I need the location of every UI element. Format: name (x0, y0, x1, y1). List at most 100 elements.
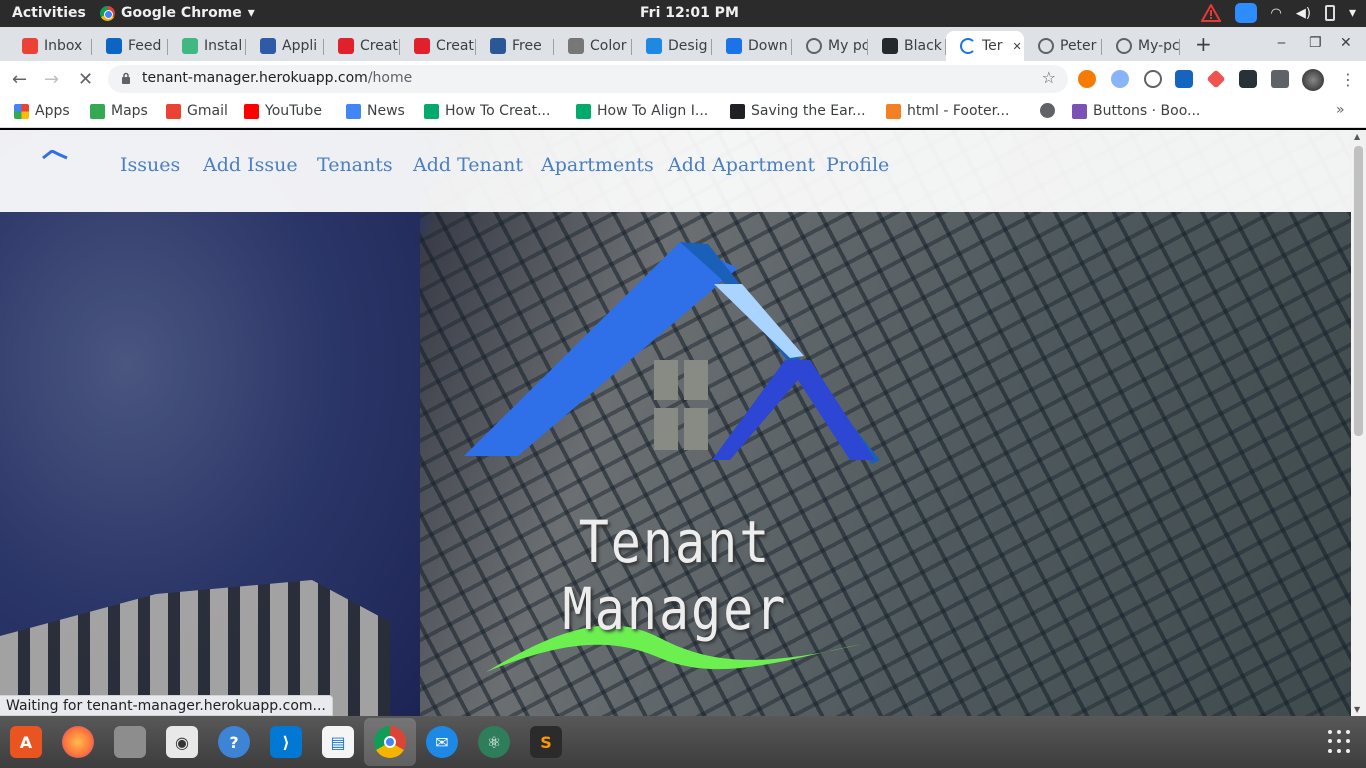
scroll-down-icon[interactable]: ▼ (1354, 705, 1360, 714)
scrollbar-thumb[interactable] (1354, 146, 1363, 436)
nav-link-tenants[interactable]: Tenants (317, 154, 393, 176)
close-tab-icon[interactable]: ✕ (1013, 40, 1022, 53)
battery-icon[interactable] (1324, 5, 1335, 21)
address-bar[interactable]: tenant-manager.herokuapp.com/home ☆ (108, 65, 1068, 93)
app-menu[interactable]: Google Chrome ▾ (100, 5, 255, 21)
roof-skylight-shape (714, 284, 804, 358)
gmail-icon (22, 38, 38, 54)
tab[interactable]: Peter (1024, 31, 1102, 61)
app-name: Google Chrome (121, 5, 242, 21)
bookmark-item[interactable]: How To Creat... (424, 103, 550, 119)
profile-avatar[interactable] (1302, 69, 1324, 91)
disk-utility-icon[interactable]: ◉ (166, 726, 198, 758)
site-logo-icon[interactable] (42, 150, 68, 160)
bookmark-label: How To Align I... (597, 103, 709, 119)
mail-client-icon[interactable]: ✉ (426, 726, 458, 758)
tab[interactable]: Appli (246, 31, 324, 61)
bookmark-star-icon[interactable]: ☆ (1042, 68, 1056, 87)
nav-link-profile[interactable]: Profile (826, 154, 889, 176)
help-icon[interactable]: ? (218, 726, 250, 758)
wifi-icon[interactable]: ◠ (1271, 6, 1282, 21)
tab[interactable]: My-pc (1102, 31, 1180, 61)
clock[interactable]: Fri 12:01 PM (640, 5, 739, 21)
tab-label: Down (748, 38, 788, 54)
volume-icon[interactable]: ◀) (1296, 6, 1311, 21)
g-icon (730, 103, 745, 119)
tab[interactable]: Desig (632, 31, 712, 61)
window-pane (684, 408, 708, 450)
w3schools-icon (576, 103, 591, 119)
chrome-menu-icon[interactable]: ⋮ (1340, 70, 1356, 89)
window-pane (684, 360, 708, 400)
tab-label: Free (512, 38, 542, 54)
globe-icon (1116, 38, 1132, 54)
bookmark-item[interactable]: News (346, 103, 405, 119)
tab[interactable]: My pc (792, 31, 868, 61)
extension-circle-icon[interactable] (1144, 70, 1162, 88)
extension-blue-icon[interactable] (1111, 70, 1129, 88)
activities-button[interactable]: Activities (12, 5, 86, 21)
tab[interactable]: Creat (324, 31, 400, 61)
lock-icon[interactable] (121, 72, 131, 84)
wordpress-icon (568, 38, 584, 54)
bookmark-item[interactable]: Saving the Ear... (730, 103, 866, 119)
tab-label: Creat (360, 38, 398, 54)
tab-label: Color (590, 38, 627, 54)
nav-link-add-apartment[interactable]: Add Apartment (668, 154, 815, 176)
nav-link-add-issue[interactable]: Add Issue (203, 154, 298, 176)
nav-link-apartments[interactable]: Apartments (541, 154, 654, 176)
nav-link-issues[interactable]: Issues (120, 154, 180, 176)
vscode-icon[interactable]: ⟩ (270, 726, 302, 758)
nav-link-add-tenant[interactable]: Add Tenant (413, 154, 523, 176)
bookmark-item[interactable]: YouTube (244, 103, 322, 119)
tab[interactable]: Inbox (8, 31, 92, 61)
scroll-up-icon[interactable]: ▲ (1354, 132, 1360, 141)
hero-title: Tenant Manager (562, 509, 788, 643)
tab[interactable]: Creat (400, 31, 476, 61)
bookmark-item[interactable]: html - Footer... (886, 103, 1009, 119)
warning-icon[interactable] (1200, 4, 1221, 22)
url-text[interactable]: tenant-manager.herokuapp.com/home (142, 70, 412, 86)
maximize-button[interactable]: ❐ (1309, 35, 1322, 51)
close-window-button[interactable]: ✕ (1340, 35, 1352, 51)
loading-icon (960, 38, 976, 54)
minimize-button[interactable]: ‒ (1277, 35, 1286, 51)
tab[interactable]: Free (476, 31, 554, 61)
tab[interactable]: Feed (92, 31, 168, 61)
forward-button[interactable]: → (44, 69, 59, 90)
tab[interactable]: Down (712, 31, 792, 61)
tab[interactable]: Instal (168, 31, 246, 61)
zoom-icon[interactable] (1234, 3, 1257, 23)
bookmark-item[interactable]: Buttons · Boo... (1072, 103, 1200, 119)
tab[interactable]: Color (554, 31, 632, 61)
firefox-icon[interactable] (62, 726, 94, 758)
bookmark-item[interactable]: How To Align I... (576, 103, 708, 119)
files-icon[interactable] (114, 726, 146, 758)
sublime-icon[interactable]: S (530, 726, 562, 758)
dock: A ◉ ? ⟩ ▤ ✉ ⚛ S (0, 716, 1366, 768)
show-applications-icon[interactable] (1328, 730, 1352, 754)
extension-screen-icon[interactable] (1175, 70, 1193, 88)
system-menu-chevron-icon[interactable]: ▾ (1349, 5, 1356, 21)
back-button[interactable]: ← (12, 69, 27, 90)
system-tray[interactable]: ◠ ◀) ▾ (1200, 3, 1356, 23)
bookmarks-overflow-icon[interactable]: » (1336, 102, 1345, 118)
chrome-dock-icon[interactable] (374, 726, 406, 758)
bookmark-item[interactable]: Maps (90, 103, 148, 119)
extension-news-icon[interactable] (1239, 70, 1257, 88)
chevron-down-icon: ▾ (247, 5, 255, 21)
software-center-icon[interactable]: A (10, 726, 42, 758)
bookmark-item[interactable]: Gmail (166, 103, 228, 119)
new-tab-button[interactable]: + (1195, 32, 1212, 56)
atom-icon[interactable]: ⚛ (478, 726, 510, 758)
bookmark-item[interactable] (1040, 103, 1055, 118)
extensions-puzzle-icon[interactable] (1271, 70, 1289, 88)
vertical-scrollbar[interactable]: ▲ ▼ (1351, 130, 1366, 716)
bookmark-item[interactable]: Apps (14, 103, 70, 119)
web-page: Issues Add Issue Tenants Add Tenant Apartmen… (0, 130, 1351, 716)
tab[interactable]: Black (868, 31, 946, 61)
tab-active[interactable]: Ter ✕ (946, 31, 1024, 61)
document-viewer-icon[interactable]: ▤ (322, 726, 354, 758)
stop-loading-button[interactable]: ✕ (78, 69, 93, 90)
extension-key-icon[interactable] (1078, 70, 1096, 88)
